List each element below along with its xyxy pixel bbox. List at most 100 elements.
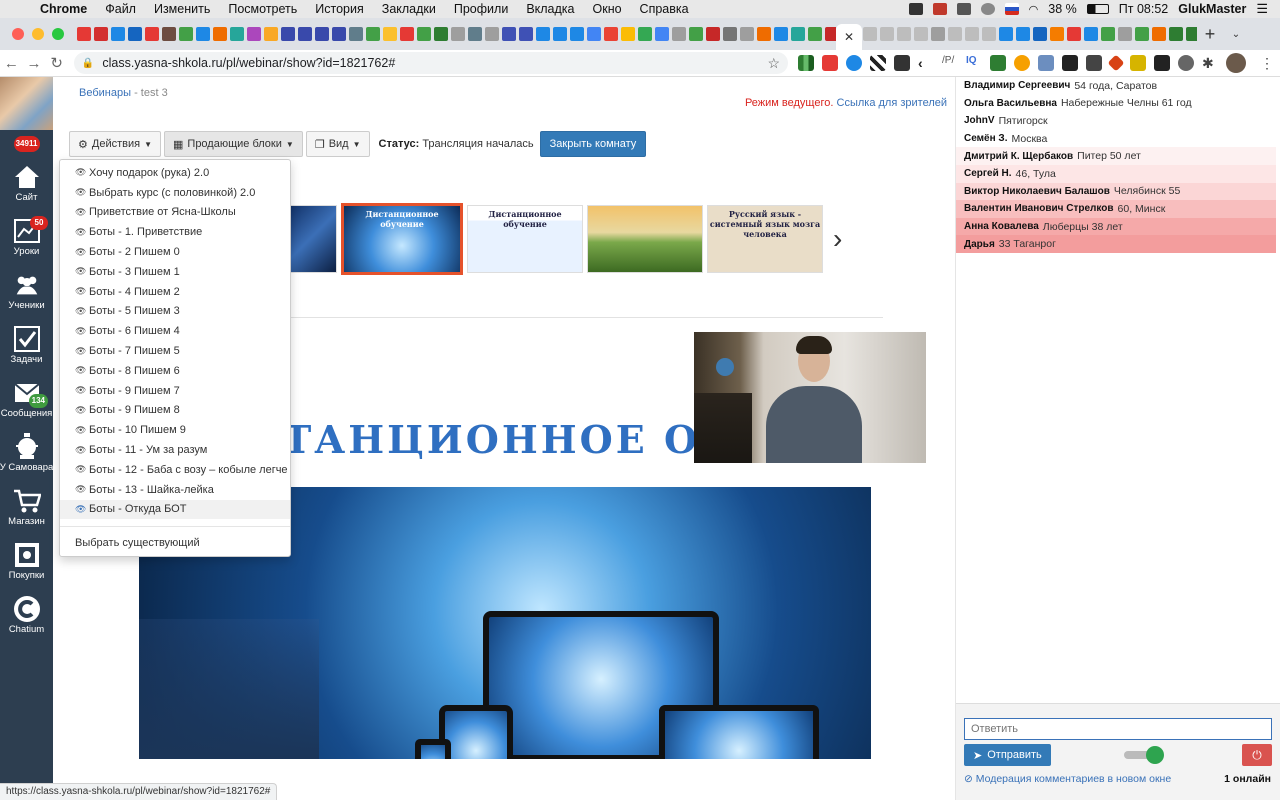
tab-favicon-icon[interactable] [366, 27, 380, 41]
chat-author[interactable]: Владимир Сергеевич [964, 80, 1070, 91]
menu-profiles[interactable]: Профили [445, 2, 517, 16]
menu-history[interactable]: История [306, 2, 372, 16]
tab-favicon-icon[interactable] [451, 27, 465, 41]
extension-icon[interactable] [894, 55, 910, 71]
extension-icon[interactable] [990, 55, 1006, 71]
sidebar-item-site[interactable]: Сайт [0, 156, 53, 210]
slide-thumb[interactable]: Русский язык - системный язык мозга чело… [707, 205, 823, 273]
tab-favicon-icon[interactable] [863, 27, 877, 41]
sidebar-item-shop[interactable]: Магазин [0, 480, 53, 534]
tab-favicon-icon[interactable] [315, 27, 329, 41]
tab-favicon-icon[interactable] [1152, 27, 1166, 41]
send-button[interactable]: ➤ Отправить [964, 744, 1051, 766]
chat-message[interactable]: Виктор Николаевич Балашов Челябинск 55 [956, 182, 1276, 201]
tab-favicon-icon[interactable] [999, 27, 1013, 41]
user-name[interactable]: GlukMaster [1178, 2, 1246, 16]
viewer-link[interactable]: Ссылка для зрителей [837, 97, 948, 109]
selling-block-item[interactable]: 👁 Боты - 1. Приветствие [60, 222, 290, 242]
extension-icon[interactable] [1086, 55, 1102, 71]
tab-favicon-icon[interactable] [400, 27, 414, 41]
status-tray-icon[interactable] [956, 3, 971, 15]
selling-block-item[interactable]: 👁 Боты - 5 Пишем 3 [60, 302, 290, 322]
tab-favicon-icon[interactable] [638, 27, 652, 41]
tab-favicon-icon[interactable] [1084, 27, 1098, 41]
tab-favicon-icon[interactable] [247, 27, 261, 41]
tab-favicon-icon[interactable] [1050, 27, 1064, 41]
tab-favicon-icon[interactable] [914, 27, 928, 41]
sidebar-item-chatium[interactable]: Chatium [0, 588, 53, 642]
tab-favicon-icon[interactable] [587, 27, 601, 41]
clock[interactable]: Пт 08:52 [1119, 2, 1168, 16]
choose-existing-item[interactable]: Выбрать существующий [60, 533, 290, 553]
tab-favicon-icon[interactable] [672, 27, 686, 41]
selling-block-item[interactable]: 👁 Боты - 9 Пишем 7 [60, 381, 290, 401]
tab-favicon-icon[interactable] [264, 27, 278, 41]
tab-favicon-icon[interactable] [77, 27, 91, 41]
tab-favicon-icon[interactable] [298, 27, 312, 41]
menu-window[interactable]: Окно [584, 2, 631, 16]
chat-author[interactable]: Сергей Н. [964, 168, 1012, 179]
extension-icon[interactable] [1062, 55, 1078, 71]
input-source-flag-icon[interactable] [1004, 3, 1019, 15]
address-bar[interactable]: 🔒 class.yasna-shkola.ru/pl/webinar/show?… [73, 52, 788, 74]
tab-search-icon[interactable]: ⌄ [1223, 29, 1249, 40]
tab-favicon-icon[interactable] [740, 27, 754, 41]
selling-block-item[interactable]: 👁 Боты - 10 Пишем 9 [60, 420, 290, 440]
arrow-left-icon[interactable]: ‹ [918, 55, 934, 71]
close-room-button[interactable]: Закрыть комнату [539, 131, 647, 157]
tab-favicon-icon[interactable] [230, 27, 244, 41]
tab-favicon-icon[interactable] [128, 27, 142, 41]
tab-favicon-icon[interactable] [621, 27, 635, 41]
new-tab-icon[interactable]: + [1197, 24, 1223, 45]
extension-icon[interactable] [798, 55, 814, 71]
time-machine-icon[interactable] [980, 3, 995, 15]
tab-favicon-icon[interactable] [1186, 27, 1197, 41]
power-button[interactable]: ⏻ [1242, 744, 1272, 766]
tab-favicon-icon[interactable] [655, 27, 669, 41]
tab-favicon-icon[interactable] [570, 27, 584, 41]
reply-input[interactable] [964, 718, 1272, 740]
tab-favicon-icon[interactable] [880, 27, 894, 41]
menu-app-chrome[interactable]: Chrome [34, 2, 96, 16]
tab-favicon-icon[interactable] [485, 27, 499, 41]
tab-favicon-icon[interactable] [1118, 27, 1132, 41]
tab-favicon-icon[interactable] [825, 27, 836, 41]
selling-block-item[interactable]: 👁 Приветствие от Ясна-Школы [60, 203, 290, 223]
tab-favicon-icon[interactable] [349, 27, 363, 41]
chat-message[interactable]: Дмитрий К. Щербаков Питер 50 лет [956, 147, 1276, 165]
extension-icon[interactable] [870, 55, 886, 71]
moderation-toggle[interactable] [1124, 746, 1164, 764]
tab-favicon-icon[interactable] [982, 27, 996, 41]
tab-favicon-icon[interactable] [791, 27, 805, 41]
selling-block-item[interactable]: 👁 Боты - 6 Пишем 4 [60, 321, 290, 341]
tab-favicon-icon[interactable] [706, 27, 720, 41]
status-tray-icon[interactable] [908, 3, 923, 15]
chat-author[interactable]: Виктор Николаевич Балашов [964, 186, 1110, 197]
puzzle-extensions-icon[interactable]: ✱ [1202, 55, 1218, 71]
minimize-window-icon[interactable] [32, 28, 44, 40]
selling-blocks-button[interactable]: ▦ Продающие блоки ▼ [164, 131, 303, 157]
chat-author[interactable]: Анна Ковалева [964, 221, 1039, 232]
lock-icon[interactable]: 🔒 [82, 58, 94, 69]
tab-favicon-icon[interactable] [1101, 27, 1115, 41]
extension-icon[interactable] [846, 55, 862, 71]
tab-favicon-icon[interactable] [536, 27, 550, 41]
tab-favicon-icon[interactable] [1067, 27, 1081, 41]
bookmark-star-icon[interactable]: ☆ [767, 55, 780, 72]
tab-favicon-icon[interactable] [145, 27, 159, 41]
tab-favicon-icon[interactable] [965, 27, 979, 41]
selling-block-item[interactable]: 👁 Боты - 4 Пишем 2 [60, 282, 290, 302]
tab-favicon-icon[interactable] [1169, 27, 1183, 41]
slide-thumb-selected[interactable]: Дистанционное обучение [341, 203, 463, 275]
extension-icon[interactable]: IQ [966, 55, 982, 71]
sidebar-item-samovar[interactable]: У Самовара [0, 426, 53, 480]
tab-favicon-icon[interactable] [808, 27, 822, 41]
tab-favicon-icon[interactable] [897, 27, 911, 41]
address-url[interactable]: class.yasna-shkola.ru/pl/webinar/show?id… [102, 56, 395, 70]
menu-file[interactable]: Файл [96, 2, 145, 16]
tab-favicon-icon[interactable] [948, 27, 962, 41]
tab-favicon-icon[interactable] [1016, 27, 1030, 41]
menu-edit[interactable]: Изменить [145, 2, 219, 16]
selling-block-item[interactable]: 👁 Боты - 8 Пишем 6 [60, 361, 290, 381]
tab-favicon-icon[interactable] [553, 27, 567, 41]
